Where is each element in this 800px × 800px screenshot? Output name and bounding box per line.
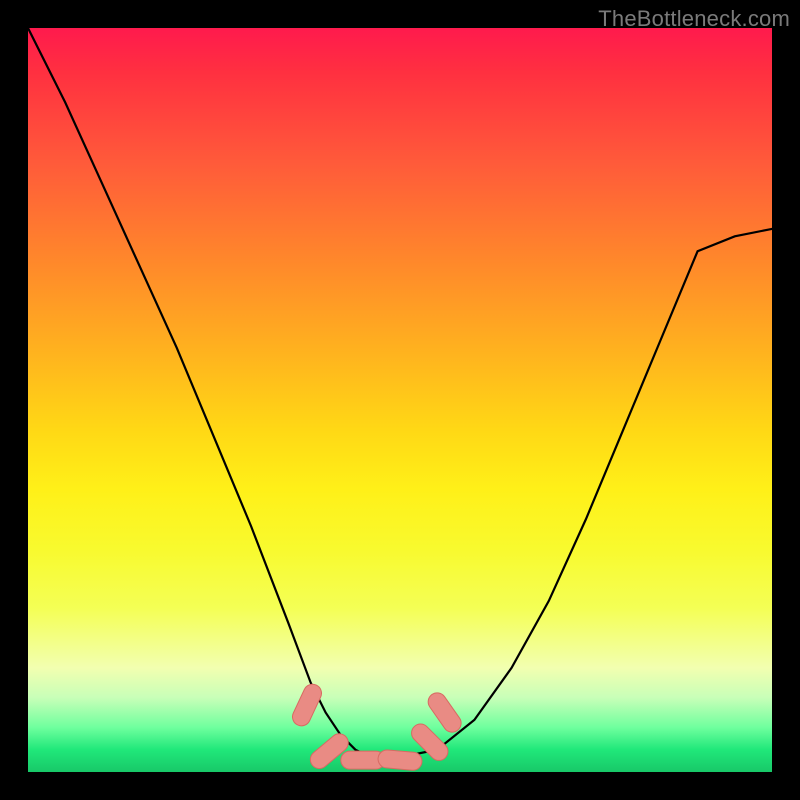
bottleneck-curve [28,28,772,757]
marker-group [290,681,465,772]
marker-sausage [290,681,325,728]
marker-sausage [425,689,465,735]
watermark-label: TheBottleneck.com [598,6,790,32]
plot-area [28,28,772,772]
chart-frame: TheBottleneck.com [0,0,800,800]
marker-sausage [377,749,422,771]
curve-svg [28,28,772,772]
